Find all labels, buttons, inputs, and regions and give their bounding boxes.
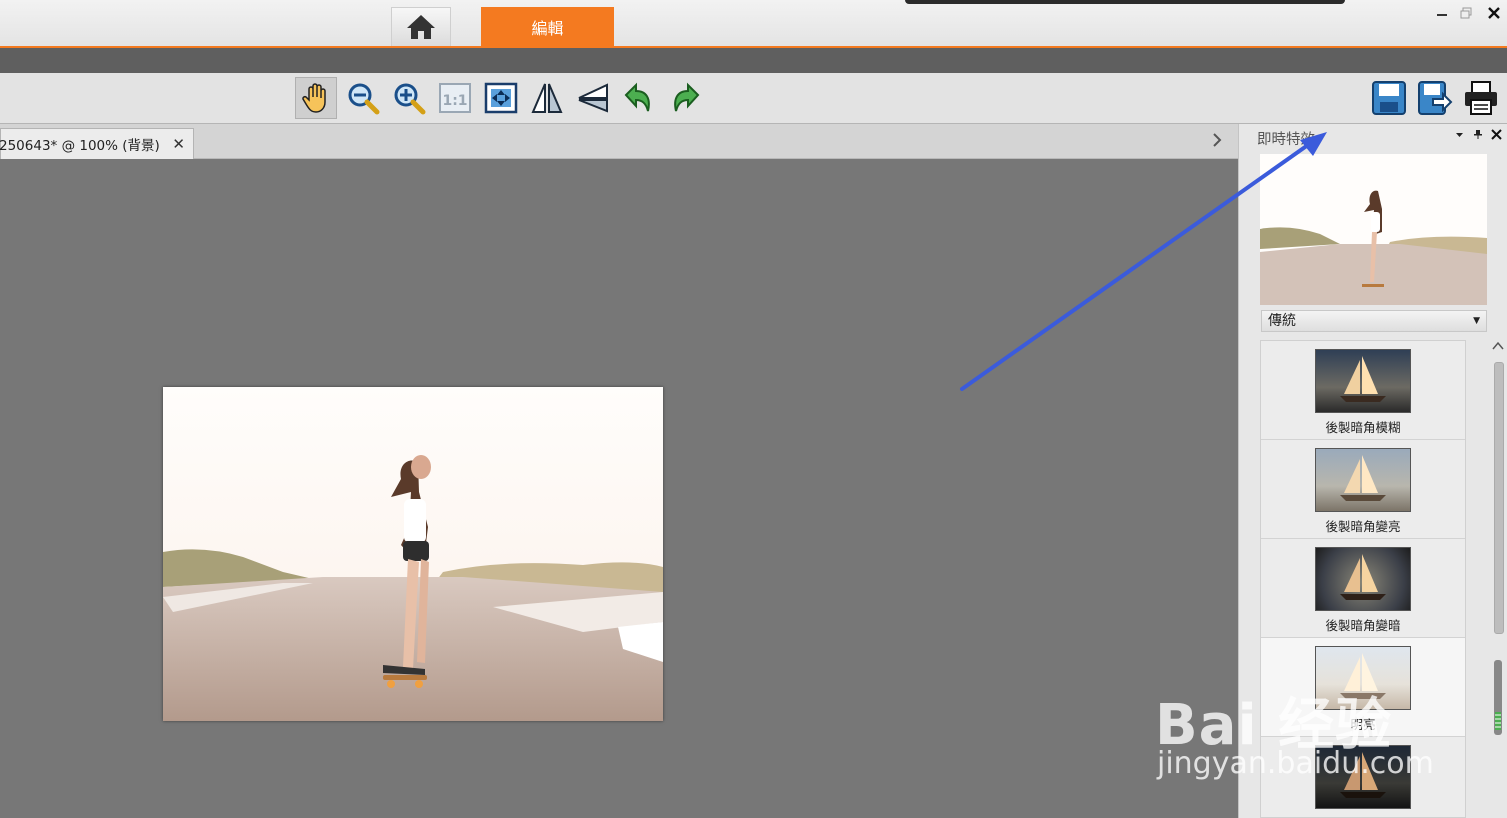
- flip-horizontal-icon: [531, 83, 563, 113]
- effect-thumbnail: [1315, 547, 1411, 611]
- hand-tool-button[interactable]: [295, 77, 337, 119]
- effect-label: 後製暗角變暗: [1325, 618, 1401, 633]
- pin-icon[interactable]: [1473, 129, 1483, 142]
- panel-title: 即時特效: [1257, 132, 1315, 148]
- close-icon: [1488, 7, 1500, 19]
- panel-menu-icon[interactable]: [1455, 129, 1464, 142]
- restore-button[interactable]: [1456, 4, 1476, 22]
- actual-size-label: 1:1: [442, 93, 467, 109]
- chevron-down-icon: ▼: [1473, 316, 1480, 326]
- edited-photo: [163, 387, 663, 721]
- menu-strip: [0, 48, 1507, 73]
- hand-icon: [302, 83, 326, 113]
- close-panel-icon[interactable]: [1491, 129, 1502, 143]
- save-as-button[interactable]: [1414, 77, 1456, 119]
- effect-thumbnail: [1315, 745, 1411, 809]
- effect-item[interactable]: 後製暗角模糊: [1261, 341, 1465, 440]
- zoom-out-icon: [348, 83, 380, 115]
- print-button[interactable]: [1460, 77, 1502, 119]
- chevron-right-icon[interactable]: [1212, 132, 1222, 152]
- rotate-left-button[interactable]: [618, 77, 660, 119]
- close-document-icon[interactable]: ✕: [172, 135, 185, 153]
- document-tab-label: 250643* @ 100% (背景): [0, 138, 160, 154]
- minimize-button[interactable]: [1432, 4, 1452, 22]
- effect-thumbnail: [1315, 646, 1411, 710]
- effect-preview: [1260, 154, 1487, 305]
- effect-list[interactable]: 後製暗角模糊 後製暗角變亮 後製暗角變暗 明亮 暗: [1260, 340, 1466, 818]
- effect-label: 後製暗角模糊: [1325, 420, 1401, 435]
- effect-category-select[interactable]: 傳統 ▼: [1261, 310, 1487, 332]
- close-window-button[interactable]: [1484, 4, 1504, 22]
- effect-item[interactable]: 後製暗角變亮: [1261, 440, 1465, 539]
- effect-item[interactable]: 暗: [1261, 737, 1465, 817]
- scrollbar-track[interactable]: [1494, 362, 1504, 634]
- effect-label: 暗: [1261, 813, 1465, 817]
- save-icon: [1372, 81, 1406, 115]
- rotate-left-icon: [624, 82, 650, 112]
- restore-icon: [1460, 7, 1472, 19]
- rotate-right-button[interactable]: [664, 77, 706, 119]
- effect-list-scrollbar[interactable]: [1491, 340, 1505, 818]
- save-button[interactable]: [1368, 77, 1410, 119]
- scrollbar-grip: [1495, 712, 1501, 730]
- live-effects-panel: 即時特效 傳統 ▼ 後製暗角模糊 後製暗角變亮 後製暗角變暗 明亮: [1238, 124, 1507, 818]
- edit-tab[interactable]: 編輯: [481, 7, 614, 46]
- title-shadow-decoration: [905, 0, 1345, 4]
- print-icon: [1465, 81, 1497, 115]
- title-bar: 編輯: [0, 0, 1507, 48]
- effect-category-value: 傳統: [1268, 313, 1296, 329]
- flip-vertical-button[interactable]: [572, 77, 614, 119]
- actual-size-button[interactable]: 1:1: [434, 77, 476, 119]
- effect-label: 明亮: [1350, 717, 1376, 732]
- zoom-in-icon: [394, 83, 426, 115]
- zoom-out-button[interactable]: [342, 77, 384, 119]
- document-tab[interactable]: 250643* @ 100% (背景) ✕: [0, 128, 194, 159]
- save-as-icon: [1418, 81, 1453, 115]
- minimize-icon: [1437, 14, 1447, 16]
- flip-vertical-icon: [578, 83, 608, 113]
- image-canvas[interactable]: [0, 159, 1238, 818]
- actual-size-icon: 1:1: [439, 83, 471, 113]
- effect-thumbnail: [1315, 349, 1411, 413]
- home-icon: [407, 15, 435, 39]
- fit-to-window-button[interactable]: [480, 77, 522, 119]
- effect-thumbnail: [1315, 448, 1411, 512]
- document-tab-bar: 250643* @ 100% (背景) ✕: [0, 124, 1238, 159]
- rotate-right-icon: [674, 82, 700, 112]
- effect-item-selected[interactable]: 明亮: [1261, 638, 1465, 737]
- home-tab[interactable]: [391, 7, 451, 46]
- scroll-up-icon[interactable]: [1491, 340, 1505, 354]
- zoom-in-button[interactable]: [388, 77, 430, 119]
- edit-tab-label: 編輯: [531, 18, 564, 38]
- effect-item[interactable]: 後製暗角變暗: [1261, 539, 1465, 638]
- effect-label: 後製暗角變亮: [1325, 519, 1401, 534]
- flip-horizontal-button[interactable]: [526, 77, 568, 119]
- fit-to-window-icon: [484, 82, 518, 114]
- toolbar: 1:1: [0, 73, 1507, 124]
